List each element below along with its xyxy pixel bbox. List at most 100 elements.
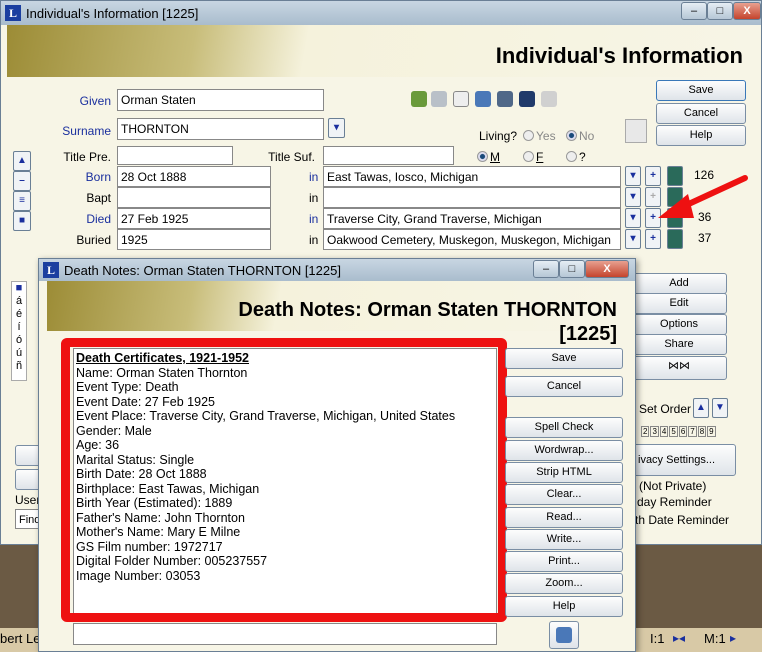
dialog-minimize-button[interactable]: –: [533, 260, 559, 278]
accent-char[interactable]: ó: [12, 334, 26, 347]
calendar-icon[interactable]: [519, 91, 535, 107]
minimize-button[interactable]: –: [681, 2, 707, 20]
event-date-input[interactable]: 27 Feb 1925: [117, 208, 271, 229]
photo-placeholder[interactable]: [625, 119, 647, 143]
book-button[interactable]: [549, 621, 579, 649]
move-up-button[interactable]: ▲: [13, 151, 31, 171]
sex-m-radio[interactable]: M: [477, 150, 500, 164]
wordwrap-button[interactable]: Wordwrap...: [505, 440, 623, 461]
privacy-status: (Not Private): [639, 479, 707, 493]
accent-char[interactable]: ñ: [12, 360, 26, 373]
red-arrow-annotation: [658, 175, 748, 218]
dialog-cancel-button[interactable]: Cancel: [505, 376, 623, 397]
sex-m-label: M: [490, 150, 500, 164]
help-button[interactable]: Help: [656, 125, 746, 146]
event-date-input[interactable]: [117, 187, 271, 208]
title-pre-input[interactable]: [117, 146, 233, 165]
add-source-button[interactable]: +: [645, 229, 661, 249]
place-dropdown[interactable]: ▾: [625, 229, 641, 249]
spell-check-button[interactable]: Spell Check: [505, 417, 623, 438]
event-place-input[interactable]: Traverse City, Grand Traverse, Michigan: [323, 208, 621, 229]
in-label: in: [309, 233, 319, 247]
list-button[interactable]: ≡: [13, 191, 31, 211]
place-dropdown[interactable]: ▾: [625, 208, 641, 228]
write-button[interactable]: Write...: [505, 529, 623, 550]
zoom-button[interactable]: Zoom...: [505, 573, 623, 594]
stop-button[interactable]: ■: [13, 211, 31, 231]
order-down-button[interactable]: ▼: [712, 398, 728, 418]
page-number[interactable]: 2: [641, 426, 650, 437]
event-place-input[interactable]: Oakwood Cemetery, Muskegon, Muskegon, Mi…: [323, 229, 621, 250]
accent-char[interactable]: á: [12, 295, 26, 308]
clear-button[interactable]: Clear...: [505, 484, 623, 505]
surname-dropdown[interactable]: ▾: [328, 118, 345, 138]
print-button[interactable]: Print...: [505, 551, 623, 572]
place-dropdown[interactable]: ▾: [625, 187, 641, 207]
page-number[interactable]: 5: [669, 426, 678, 437]
dialog-heading-id: [1225]: [559, 323, 617, 345]
in-label: in: [309, 191, 319, 205]
living-no-radio[interactable]: No: [566, 129, 594, 143]
red-highlight-box: [61, 338, 507, 622]
book-icon[interactable]: [475, 91, 491, 107]
accent-char[interactable]: í: [12, 321, 26, 334]
event-date-input[interactable]: 28 Oct 1888: [117, 166, 271, 187]
minus-button[interactable]: –: [13, 171, 31, 191]
sex-unknown-radio[interactable]: ?: [566, 150, 586, 164]
book-icon: [556, 627, 572, 643]
event-date-input[interactable]: 1925: [117, 229, 271, 250]
globe-icon[interactable]: [667, 229, 683, 249]
strip-html-button[interactable]: Strip HTML: [505, 462, 623, 483]
page-number[interactable]: 4: [659, 426, 669, 437]
page-number[interactable]: 3: [650, 426, 659, 437]
accent-palette: ■ á é í ó ú ñ: [11, 281, 27, 381]
order-up-button[interactable]: ▲: [693, 398, 709, 418]
next-icon[interactable]: ▸◂: [673, 631, 685, 645]
cancel-button[interactable]: Cancel: [656, 103, 746, 124]
birthday-reminder[interactable]: day Reminder: [637, 495, 712, 509]
home-icon[interactable]: [431, 91, 447, 107]
read-button[interactable]: Read...: [505, 507, 623, 528]
add-button[interactable]: Add: [631, 273, 727, 294]
dialog-help-button[interactable]: Help: [505, 596, 623, 617]
sex-f-radio[interactable]: F: [523, 150, 543, 164]
death-date-reminder[interactable]: th Date Reminder: [635, 513, 729, 527]
share-button[interactable]: Share: [631, 334, 727, 355]
accent-char[interactable]: é: [12, 308, 26, 321]
save-button[interactable]: Save: [656, 80, 746, 101]
picture-icon[interactable]: [497, 91, 513, 107]
title-suf-input[interactable]: [323, 146, 454, 165]
dialog-save-button[interactable]: Save: [505, 348, 623, 369]
event-label: Bapt: [86, 191, 111, 205]
dialog-close-button[interactable]: X: [585, 260, 629, 278]
secondary-text-field[interactable]: [73, 623, 497, 645]
place-dropdown[interactable]: ▾: [625, 166, 641, 186]
next-marriage-icon[interactable]: ▸: [730, 631, 736, 645]
given-input[interactable]: Orman Staten: [117, 89, 324, 111]
event-label: Buried: [76, 233, 111, 247]
page-number[interactable]: 7: [688, 426, 697, 437]
in-label: in: [309, 212, 319, 226]
accent-char[interactable]: ú: [12, 347, 26, 360]
dna-button[interactable]: ⋈⋈: [631, 356, 727, 380]
edit-button[interactable]: Edit: [631, 293, 727, 314]
event-place-input[interactable]: East Tawas, Iosco, Michigan: [323, 166, 621, 187]
maximize-button[interactable]: □: [707, 2, 733, 20]
people-icon[interactable]: [411, 91, 427, 107]
options-button[interactable]: Options: [631, 314, 727, 335]
source-count: 37: [698, 231, 712, 245]
page-title: Individual's Information: [495, 43, 743, 68]
note-icon[interactable]: [453, 91, 469, 107]
hand-icon[interactable]: [541, 91, 557, 107]
page-number[interactable]: 8: [697, 426, 707, 437]
sex-unknown-label: ?: [579, 150, 586, 164]
close-button[interactable]: X: [733, 2, 761, 20]
living-yes-label: Yes: [536, 129, 556, 143]
privacy-settings-button[interactable]: ivacy Settings...: [631, 444, 736, 476]
event-place-input[interactable]: [323, 187, 621, 208]
living-yes-radio[interactable]: Yes: [523, 129, 556, 143]
page-number[interactable]: 6: [678, 426, 688, 437]
page-number[interactable]: 9: [707, 426, 716, 437]
dialog-maximize-button[interactable]: □: [559, 260, 585, 278]
surname-input[interactable]: THORNTON: [117, 118, 324, 140]
